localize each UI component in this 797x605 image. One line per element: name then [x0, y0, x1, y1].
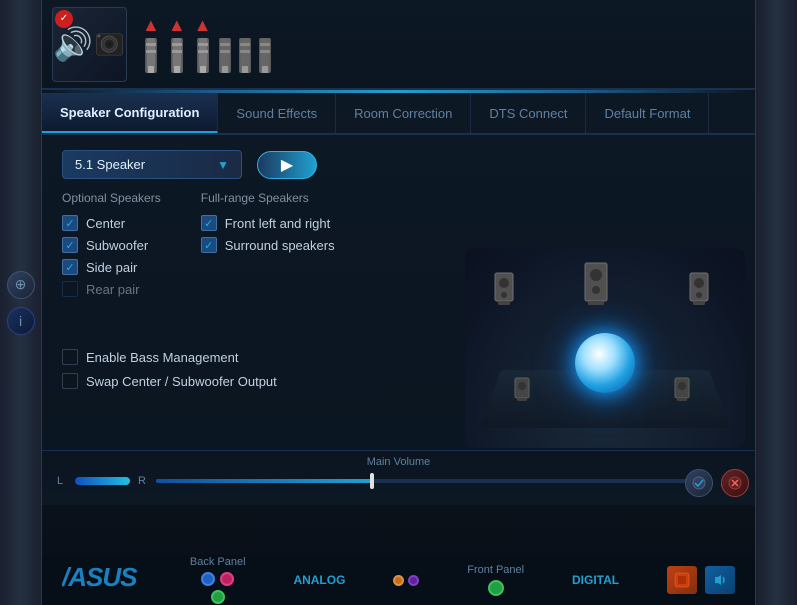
top-bar: ✓ ▲ — [42, 0, 755, 90]
dropdown-row: 5.1 Speaker ▼ ▶ — [62, 150, 735, 179]
surround-label: Surround speakers — [225, 238, 335, 253]
svg-text:/ASUS: /ASUS — [62, 562, 138, 592]
active-badge: ✓ — [55, 10, 73, 28]
volume-row: L R + 🔊 — [57, 471, 740, 491]
side-pair-label: Side pair — [86, 260, 137, 275]
close-icon — [728, 476, 742, 490]
plug-4 — [219, 38, 231, 73]
surround-checkbox[interactable] — [201, 237, 217, 253]
asus-logo: /ASUS — [62, 562, 142, 598]
back-panel-jacks-2 — [211, 590, 225, 604]
bottom-right-icons — [667, 566, 735, 594]
plug-5 — [239, 38, 251, 73]
back-panel-section: Back Panel — [190, 556, 246, 604]
cancel-button[interactable] — [721, 469, 749, 497]
checkbox-rear-pair[interactable]: Rear pair — [62, 281, 161, 297]
rear-pair-label: Rear pair — [86, 282, 139, 297]
check-icon — [692, 476, 706, 490]
speaker-positions-svg — [465, 248, 745, 448]
bass-management-checkbox[interactable] — [62, 349, 78, 365]
subwoofer-label: Subwoofer — [86, 238, 148, 253]
back-panel-jacks — [201, 572, 234, 586]
left-rail: ⊕ i — [0, 0, 42, 605]
viz-stage — [465, 248, 745, 448]
right-channel-label: R — [138, 475, 148, 487]
swap-center-checkbox[interactable] — [62, 373, 78, 389]
checkbox-side-pair[interactable]: Side pair — [62, 259, 161, 275]
analog-jacks-row — [393, 575, 419, 586]
plug-3: ▲ — [194, 15, 212, 73]
tab-sound-effects[interactable]: Sound Effects — [218, 93, 336, 133]
left-channel-label: L — [57, 475, 67, 487]
main-volume-track[interactable] — [156, 479, 696, 483]
center-label: Center — [86, 216, 125, 231]
speaker-type-value: 5.1 Speaker — [75, 157, 145, 172]
optional-speakers-label: Optional Speakers — [62, 191, 161, 205]
front-panel-jack[interactable] — [488, 580, 504, 596]
optional-speakers-panel: Optional Speakers Center Subwoofer Side … — [62, 191, 161, 297]
fullrange-speakers-label: Full-range Speakers — [201, 191, 335, 205]
check-x-area — [685, 469, 749, 497]
jack-orange-small[interactable] — [393, 575, 404, 586]
play-button[interactable]: ▶ — [257, 151, 317, 179]
left-rail-info-button[interactable]: i — [7, 307, 35, 335]
bass-management-label: Enable Bass Management — [86, 350, 238, 365]
right-rail — [755, 0, 797, 605]
audio-icon — [711, 571, 729, 589]
digital-label: DIGITAL — [572, 573, 619, 587]
main-speaker-icon: ✓ — [52, 7, 127, 82]
plug-2: ▲ — [168, 15, 186, 73]
tab-bar: Speaker Configuration Sound Effects Room… — [42, 93, 755, 135]
analog-label: ANALOG — [293, 573, 345, 587]
front-panel-label: Front Panel — [467, 564, 524, 576]
jack-pink-1[interactable] — [220, 572, 234, 586]
checkbox-front-lr[interactable]: Front left and right — [201, 215, 335, 231]
left-rail-globe-button[interactable]: ⊕ — [7, 271, 35, 299]
front-lr-checkbox[interactable] — [201, 215, 217, 231]
volume-label: Main Volume — [57, 456, 740, 468]
back-panel-label: Back Panel — [190, 556, 246, 568]
jack-purple-small[interactable] — [408, 575, 419, 586]
volume-fill — [156, 479, 372, 483]
accept-button[interactable] — [685, 469, 713, 497]
front-lr-label: Front left and right — [225, 216, 331, 231]
left-channel-indicator — [75, 477, 130, 485]
play-icon: ▶ — [281, 155, 293, 175]
settings-icon-button[interactable] — [667, 566, 697, 594]
settings-icon — [673, 571, 691, 589]
tab-dts-connect[interactable]: DTS Connect — [471, 93, 586, 133]
tab-default-format[interactable]: Default Format — [586, 93, 709, 133]
swap-center-label: Swap Center / Subwoofer Output — [86, 374, 277, 389]
rear-pair-checkbox[interactable] — [62, 281, 78, 297]
dropdown-arrow-icon: ▼ — [217, 158, 229, 172]
audio-icon-button[interactable] — [705, 566, 735, 594]
subwoofer-checkbox[interactable] — [62, 237, 78, 253]
speaker-svg — [93, 22, 126, 67]
jack-blue-1[interactable] — [201, 572, 215, 586]
jack-green-1[interactable] — [211, 590, 225, 604]
volume-handle[interactable] — [370, 473, 374, 489]
checkbox-surround[interactable]: Surround speakers — [201, 237, 335, 253]
checkbox-subwoofer[interactable]: Subwoofer — [62, 237, 161, 253]
speaker-type-dropdown[interactable]: 5.1 Speaker ▼ — [62, 150, 242, 179]
tab-speaker-configuration[interactable]: Speaker Configuration — [42, 93, 218, 133]
plug-6 — [259, 38, 271, 73]
main-container: ⊕ i × − ✓ ▲ — [0, 0, 797, 605]
volume-section: Main Volume L R + 🔊 — [42, 450, 755, 505]
front-panel-section: Front Panel — [467, 564, 524, 596]
tab-room-correction[interactable]: Room Correction — [336, 93, 471, 133]
plug-1: ▲ — [142, 15, 160, 73]
plug-icons: ▲ ▲ — [142, 15, 271, 73]
content-area: Speaker Configuration Sound Effects Room… — [42, 93, 755, 505]
center-checkbox[interactable] — [62, 215, 78, 231]
bottom-panel-row: /ASUS Back Panel ANALOG Front Panel — [42, 555, 755, 605]
side-pair-checkbox[interactable] — [62, 259, 78, 275]
checkbox-center[interactable]: Center — [62, 215, 161, 231]
speaker-visualization — [465, 248, 745, 448]
fullrange-speakers-panel: Full-range Speakers Front left and right… — [201, 191, 335, 297]
